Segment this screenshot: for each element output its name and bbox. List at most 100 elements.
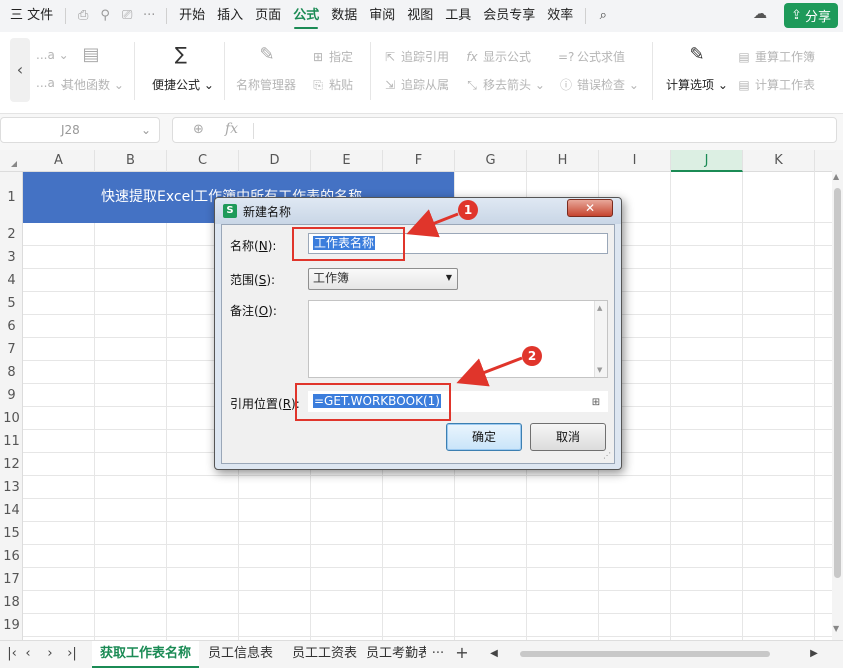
last-sheet-icon[interactable]: ›|: [62, 646, 82, 661]
add-sheet-button[interactable]: +: [452, 643, 472, 662]
scroll-down-icon[interactable]: ▼: [833, 624, 839, 633]
column-header-d[interactable]: D: [239, 150, 311, 172]
paste-button[interactable]: ⎘ 粘贴: [310, 76, 353, 93]
row-header-15[interactable]: 15: [0, 522, 23, 545]
row-header-11[interactable]: 11: [0, 430, 23, 453]
sheet-tab[interactable]: 员工工资表: [284, 641, 365, 668]
row-header-10[interactable]: 10: [0, 407, 23, 430]
evaluate-formula-button[interactable]: =? 公式求值: [558, 48, 625, 65]
name-manager-button[interactable]: 名称管理器: [236, 76, 296, 93]
row-header-3[interactable]: 3: [0, 246, 23, 269]
name-box[interactable]: J28 ⌄: [0, 117, 160, 143]
cloud-icon[interactable]: ☁: [749, 6, 771, 26]
menu-member[interactable]: 会员专享: [477, 0, 541, 32]
pin-icon[interactable]: ⚲: [94, 0, 116, 32]
menu-efficiency[interactable]: 效率: [541, 0, 579, 32]
row-header-8[interactable]: 8: [0, 361, 23, 384]
scroll-right-icon[interactable]: ▶: [804, 648, 824, 659]
dialog-titlebar[interactable]: S 新建名称 ✕: [215, 198, 621, 224]
print-icon[interactable]: ⎚: [116, 0, 138, 32]
refers-to-label: 引用位置(R):: [230, 397, 300, 411]
share-button[interactable]: ⇪ 分享: [784, 3, 838, 28]
ok-button[interactable]: 确定: [446, 423, 522, 451]
sheet-tab[interactable]: 员工信息表: [200, 641, 281, 668]
row-header-12[interactable]: 12: [0, 453, 23, 476]
row-header-19[interactable]: 19: [0, 614, 23, 637]
save-icon[interactable]: ⎙: [72, 0, 94, 32]
row-header-4[interactable]: 4: [0, 269, 23, 292]
other-functions-button[interactable]: 其他函数 ⌄: [62, 76, 124, 93]
comment-textarea[interactable]: ▲ ▼: [308, 300, 608, 378]
select-all-corner[interactable]: [0, 150, 23, 172]
row-header-9[interactable]: 9: [0, 384, 23, 407]
row-header-16[interactable]: 16: [0, 545, 23, 568]
zoom-icon[interactable]: ⊕: [193, 122, 204, 137]
menu-page[interactable]: 页面: [249, 0, 287, 32]
formula-input[interactable]: ⊕ fx: [172, 117, 837, 143]
comment-scrollbar[interactable]: ▲ ▼: [594, 301, 607, 377]
scroll-left-icon[interactable]: ◀: [484, 648, 504, 659]
column-header-f[interactable]: F: [383, 150, 455, 172]
cancel-button[interactable]: 取消: [530, 423, 606, 451]
menu-tools[interactable]: 工具: [439, 0, 477, 32]
chevron-down-icon[interactable]: ⌄: [141, 118, 151, 142]
scroll-thumb[interactable]: [834, 188, 841, 578]
formula-bar: J28 ⌄ ⊕ fx: [0, 114, 843, 150]
row-header-5[interactable]: 5: [0, 292, 23, 315]
menu-data[interactable]: 数据: [325, 0, 363, 32]
prev-sheet-icon[interactable]: ‹: [18, 646, 38, 661]
column-header-j[interactable]: J: [671, 150, 743, 172]
vertical-scrollbar[interactable]: ▲ ▼: [832, 150, 843, 640]
more-sheets-icon[interactable]: ···: [428, 646, 448, 661]
menu-insert[interactable]: 插入: [211, 0, 249, 32]
column-header-a[interactable]: A: [23, 150, 95, 172]
more-icon[interactable]: ···: [138, 0, 160, 32]
h-scroll-thumb[interactable]: [520, 651, 770, 657]
row-header-1[interactable]: 1: [0, 172, 23, 223]
scroll-up-icon[interactable]: ▲: [833, 172, 839, 181]
close-button[interactable]: ✕: [567, 199, 613, 217]
range-select-icon[interactable]: ⊞: [589, 394, 603, 408]
row-header-13[interactable]: 13: [0, 476, 23, 499]
menu-view[interactable]: 视图: [401, 0, 439, 32]
row-header-7[interactable]: 7: [0, 338, 23, 361]
fx-icon[interactable]: fx: [225, 121, 238, 137]
scroll-down-icon[interactable]: ▼: [597, 366, 602, 374]
next-sheet-icon[interactable]: ›: [40, 646, 60, 661]
scope-select[interactable]: 工作簿 ▼: [308, 268, 458, 290]
trace-dependents-button[interactable]: ⇲ 追踪从属: [382, 76, 449, 93]
row-header-14[interactable]: 14: [0, 499, 23, 522]
show-formulas-button[interactable]: fx 显示公式: [464, 48, 531, 65]
column-header-k[interactable]: K: [743, 150, 815, 172]
remove-arrows-button[interactable]: ⤡ 移去箭头 ⌄: [464, 76, 545, 93]
calc-sheet-button[interactable]: ▤ 计算工作表: [736, 76, 815, 93]
row-header-18[interactable]: 18: [0, 591, 23, 614]
column-header-i[interactable]: I: [599, 150, 671, 172]
resize-grip-icon[interactable]: ⋰: [603, 451, 611, 460]
row-header-2[interactable]: 2: [0, 223, 23, 246]
recalc-workbook-button[interactable]: ▤ 重算工作簿: [736, 48, 815, 65]
column-header-c[interactable]: C: [167, 150, 239, 172]
calc-options-button[interactable]: 计算选项 ⌄: [666, 76, 728, 93]
column-header-h[interactable]: H: [527, 150, 599, 172]
trace-precedents-button[interactable]: ⇱ 追踪引用: [382, 48, 449, 65]
scroll-up-icon[interactable]: ▲: [597, 304, 602, 312]
search-icon[interactable]: ⌕: [592, 0, 614, 32]
specify-button[interactable]: ⊞ 指定: [310, 48, 353, 65]
column-header-e[interactable]: E: [311, 150, 383, 172]
menu-file[interactable]: 三 文件: [4, 0, 59, 32]
sheet-tab[interactable]: 员工考勤表: [358, 641, 426, 668]
ribbon-partial-1[interactable]: ...a ⌄: [36, 48, 69, 62]
quick-formula-button[interactable]: 便捷公式 ⌄: [152, 76, 214, 93]
column-header-g[interactable]: G: [455, 150, 527, 172]
error-checking-button[interactable]: ⓘ 错误检查 ⌄: [558, 76, 639, 93]
column-header-b[interactable]: B: [95, 150, 167, 172]
ribbon-scroll-left-icon[interactable]: ‹: [10, 38, 30, 102]
menu-review[interactable]: 审阅: [363, 0, 401, 32]
row-header-17[interactable]: 17: [0, 568, 23, 591]
sheet-tab-active[interactable]: 获取工作表名称: [92, 641, 200, 668]
horizontal-scrollbar[interactable]: [508, 648, 808, 660]
menu-home[interactable]: 开始: [173, 0, 211, 32]
menu-formulas[interactable]: 公式: [287, 0, 325, 32]
row-header-6[interactable]: 6: [0, 315, 23, 338]
